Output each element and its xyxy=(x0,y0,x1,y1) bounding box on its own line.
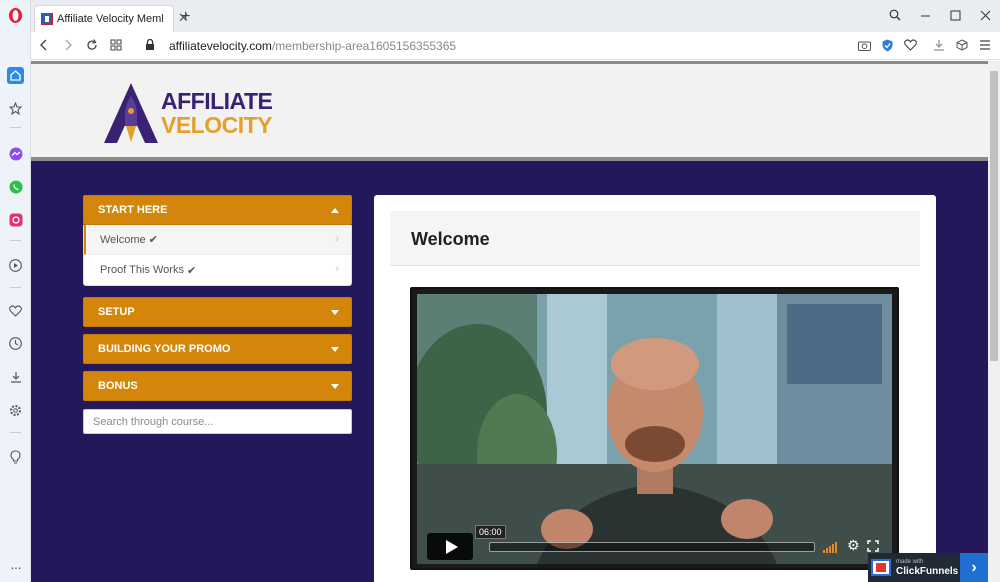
search-tabs-icon[interactable] xyxy=(880,8,910,24)
history-icon[interactable] xyxy=(7,335,24,352)
vpn-shield-icon[interactable] xyxy=(880,38,894,52)
lesson-label: Welcome xyxy=(100,233,146,246)
messenger-icon[interactable] xyxy=(7,145,24,162)
section-setup[interactable]: SETUP xyxy=(83,297,352,327)
page-scrollbar[interactable] xyxy=(988,61,1000,582)
url-domain: affiliatevelocity.com xyxy=(169,39,272,53)
site-logo[interactable]: AFFILIATE VELOCITY xyxy=(104,82,273,144)
caret-down-icon xyxy=(331,384,339,389)
section-title: SETUP xyxy=(98,306,135,318)
whatsapp-icon[interactable] xyxy=(7,178,24,195)
chevron-right-icon[interactable]: › xyxy=(960,553,988,582)
lesson-list: Welcome ✔ › Proof This Works ✔ › xyxy=(83,225,352,286)
download-icon[interactable] xyxy=(932,38,946,52)
tab-strip: Affiliate Velocity Members ✕ + xyxy=(31,0,1000,32)
course-search-input[interactable] xyxy=(83,409,352,434)
reload-icon[interactable] xyxy=(86,38,98,54)
opera-icon[interactable] xyxy=(8,7,23,24)
section-bonus[interactable]: BONUS xyxy=(83,371,352,401)
settings-icon[interactable] xyxy=(7,402,24,419)
video-controls: 06:00 ⚙ xyxy=(417,525,892,564)
close-icon[interactable] xyxy=(970,8,1000,24)
video-thumbnail xyxy=(417,294,892,564)
home-icon[interactable] xyxy=(7,67,24,84)
snapshot-icon[interactable] xyxy=(857,38,871,52)
logo-line-2: VELOCITY xyxy=(161,112,273,138)
badge-name: ClickFunnels xyxy=(896,565,959,577)
browser-tab[interactable]: Affiliate Velocity Members xyxy=(34,5,174,32)
minimize-icon[interactable] xyxy=(910,8,940,24)
clickfunnels-logo-icon xyxy=(871,559,891,576)
caret-up-icon xyxy=(331,208,339,213)
back-icon[interactable] xyxy=(39,38,49,54)
section-title: START HERE xyxy=(98,204,168,216)
heart-icon[interactable] xyxy=(7,302,24,319)
lightbulb-icon[interactable] xyxy=(7,448,24,465)
clickfunnels-badge[interactable]: made with ClickFunnels › xyxy=(868,553,988,582)
browser-sidebar: ··· xyxy=(0,0,31,582)
caret-down-icon xyxy=(331,347,339,352)
chevron-right-icon: › xyxy=(335,233,339,245)
easy-setup-menu-icon[interactable] xyxy=(978,38,992,52)
window-controls xyxy=(880,0,1000,32)
check-icon: ✔ xyxy=(186,264,197,277)
bookmarks-icon[interactable] xyxy=(7,100,24,117)
lesson-header: Welcome xyxy=(390,211,920,266)
new-tab-button[interactable]: + xyxy=(181,8,190,26)
chevron-right-icon: › xyxy=(335,263,339,275)
instagram-icon[interactable] xyxy=(7,211,24,228)
lesson-welcome[interactable]: Welcome ✔ › xyxy=(84,225,351,255)
url-field[interactable]: affiliatevelocity.com/membership-area160… xyxy=(169,39,456,53)
extensions-icon[interactable] xyxy=(955,38,969,52)
caret-down-icon xyxy=(331,310,339,315)
maximize-icon[interactable] xyxy=(940,8,970,24)
video-player[interactable]: 06:00 ⚙ xyxy=(410,287,899,570)
url-path: /membership-area1605156355365 xyxy=(271,39,457,53)
tab-title: Affiliate Velocity Members xyxy=(57,13,163,25)
lesson-content-panel: Welcome 06:00 ⚙ xyxy=(374,195,936,582)
video-progress-bar[interactable] xyxy=(489,542,815,552)
player-icon[interactable] xyxy=(7,257,24,274)
settings-gear-icon[interactable]: ⚙ xyxy=(847,537,860,554)
section-title: BONUS xyxy=(98,380,138,392)
bookmark-heart-icon[interactable] xyxy=(903,38,917,52)
speed-dial-icon[interactable] xyxy=(110,38,122,54)
section-building-your-promo[interactable]: BUILDING YOUR PROMO xyxy=(83,334,352,364)
video-frame[interactable]: 06:00 ⚙ xyxy=(417,294,892,564)
rocket-logo-icon xyxy=(104,83,158,143)
play-icon xyxy=(445,539,458,554)
section-start-here[interactable]: START HERE xyxy=(83,195,352,225)
lesson-title: Welcome xyxy=(411,229,490,249)
course-navigation: START HERE Welcome ✔ › Proof This Works … xyxy=(83,195,352,434)
time-tooltip: 06:00 xyxy=(475,525,506,539)
logo-wordmark: AFFILIATE VELOCITY xyxy=(161,88,273,138)
address-bar-actions xyxy=(857,38,992,52)
downloads-icon[interactable] xyxy=(7,368,24,385)
address-bar: affiliatevelocity.com/membership-area160… xyxy=(31,32,1000,60)
lock-icon[interactable] xyxy=(145,38,155,54)
badge-small-text: made with xyxy=(896,558,924,565)
logo-line-1: AFFILIATE xyxy=(161,88,273,114)
more-icon[interactable]: ··· xyxy=(7,558,24,575)
lesson-proof-this-works[interactable]: Proof This Works ✔ › xyxy=(84,255,351,285)
scrollbar-thumb[interactable] xyxy=(990,71,998,361)
lesson-label: Proof This Works xyxy=(100,264,184,276)
check-icon: ✔ xyxy=(148,234,158,246)
section-title: BUILDING YOUR PROMO xyxy=(98,343,231,355)
clickfunnels-link[interactable]: made with ClickFunnels xyxy=(868,553,960,582)
play-button[interactable] xyxy=(427,533,473,560)
page-viewport: AFFILIATE VELOCITY START HERE Welcome ✔ … xyxy=(31,61,988,582)
site-favicon-icon xyxy=(41,13,53,25)
forward-icon[interactable] xyxy=(63,38,73,54)
volume-icon[interactable] xyxy=(823,542,837,553)
site-header: AFFILIATE VELOCITY xyxy=(31,61,988,161)
